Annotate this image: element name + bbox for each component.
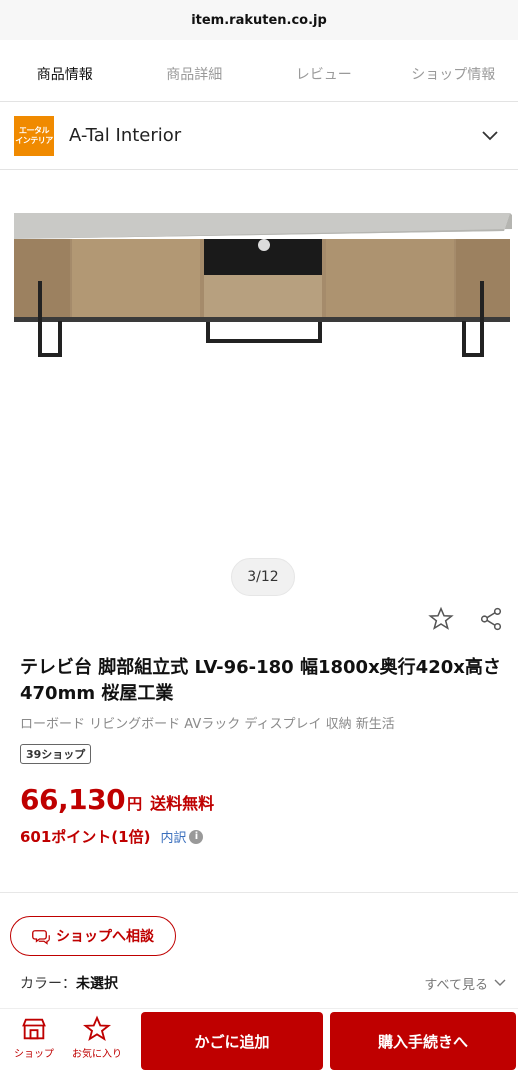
price-row: 66,130 円 送料無料 [20,783,214,816]
checkout-button[interactable]: 購入手続きへ [330,1012,516,1070]
shop-icon [22,1018,46,1040]
points-text: 601ポイント(1倍) [20,828,151,846]
shop-nav-button[interactable]: ショップ [7,1015,61,1060]
shop-logo: エータル インテリア [14,115,54,156]
product-tabs: 商品情報 商品詳細 レビュー ショップ情報 [0,46,518,102]
star-icon [83,1015,111,1041]
info-icon[interactable]: i [189,829,204,844]
shop-logo-line2: インテリア [15,135,53,145]
image-counter: 3/12 [231,558,295,596]
free-shipping-label: 送料無料 [150,794,215,813]
price-value: 66,130 [20,783,126,816]
divider [0,892,518,893]
see-all-link[interactable]: すべて見る [424,974,506,993]
points-row: 601ポイント(1倍) 内訳 i [20,826,204,847]
39shop-badge: 39ショップ [20,744,92,764]
see-all-label: すべて見る [424,977,488,993]
share-icon[interactable] [476,604,506,634]
shop-header[interactable]: エータル インテリア A-Tal Interior [0,102,518,170]
points-breakdown-link[interactable]: 内訳 [160,827,186,846]
add-to-cart-button[interactable]: かごに追加 [141,1012,323,1070]
product-title: テレビ台 脚部組立式 LV-96-180 幅1800x奥行420x高さ470mm… [20,657,501,704]
color-option-row[interactable]: カラー： 未選択 すべて見る [20,970,506,996]
product-image[interactable] [0,171,518,607]
tab-product-details[interactable]: 商品詳細 [130,46,260,101]
url-bar[interactable]: item.rakuten.co.jp [0,0,518,40]
shop-nav-label: ショップ [14,1049,54,1060]
shop-consult-button[interactable]: ショップへ相談 [10,916,176,956]
url-text: item.rakuten.co.jp [191,12,327,28]
tab-shop-info[interactable]: ショップ情報 [389,46,518,101]
color-label: カラー： [20,976,76,992]
price-currency: 円 [127,795,143,813]
product-actions [426,604,506,634]
tab-product-info[interactable]: 商品情報 [0,46,130,101]
color-value: 未選択 [76,976,118,992]
chevron-down-icon [494,979,506,986]
shop-name: A-Tal Interior [69,125,182,146]
shop-logo-line1: エータル [19,125,50,135]
favorite-label: お気に入り [72,1049,122,1060]
chat-icon [32,930,50,945]
product-subtitle: ローボード リビングボード AVラック ディスプレイ 収納 新生活 [20,717,395,732]
bottom-action-bar: ショップ お気に入り かごに追加 購入手続きへ [0,1008,518,1080]
chevron-down-icon[interactable] [476,122,504,150]
favorite-button[interactable]: お気に入り [70,1015,124,1060]
shop-consult-label: ショップへ相談 [56,929,154,945]
tab-reviews[interactable]: レビュー [259,46,389,101]
star-icon[interactable] [426,604,456,634]
